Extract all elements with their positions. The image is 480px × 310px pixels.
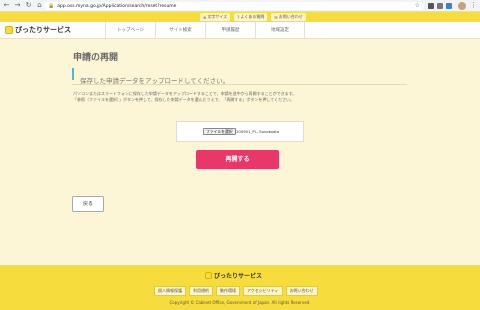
footer-link-terms[interactable]: 利用規約: [189, 286, 213, 296]
extension-icon[interactable]: [446, 3, 452, 9]
selected-file-name: 200901_Pi...Sovokoata: [236, 129, 280, 134]
footer-logo[interactable]: ぴったりサービス: [205, 271, 262, 280]
font-size-link[interactable]: ⊕ 文字サイズ: [200, 13, 231, 21]
home-icon[interactable]: ⌂: [35, 1, 44, 10]
nav-history[interactable]: 申請履歴: [205, 22, 255, 39]
logo-icon: [205, 272, 212, 279]
faq-link[interactable]: ? よくある質問: [234, 13, 268, 21]
forward-arrow-icon[interactable]: →: [13, 1, 22, 10]
description: パソコンまたはスマートフォンに保存した申請データをアップロードすることで、申請を…: [73, 91, 296, 103]
extension-icon[interactable]: [437, 3, 443, 9]
url-text: app.oss.myna.go.jp/Application/search/re…: [57, 3, 177, 9]
profile-avatar[interactable]: [458, 2, 466, 10]
site-logo[interactable]: ぴったりサービス: [5, 25, 71, 35]
mail-icon: ✉: [274, 14, 278, 20]
site-header: ぴったりサービス トップページ サイト検索 申請履歴 地域設定: [0, 22, 480, 39]
subtitle-box: 保存した申請データをアップロードしてください。: [72, 68, 407, 85]
footer-link-environment[interactable]: 動作環境: [216, 286, 240, 296]
back-arrow-icon[interactable]: ←: [2, 1, 11, 10]
lock-icon: 🔒: [48, 3, 55, 9]
resume-button[interactable]: 再開する: [196, 150, 279, 169]
question-icon: ?: [237, 14, 240, 20]
footer-link-contact[interactable]: お問い合わせ: [285, 286, 318, 296]
site-name: ぴったりサービス: [15, 26, 71, 34]
choose-file-button[interactable]: ファイルを選択: [203, 128, 236, 135]
nav-site-search[interactable]: サイト検索: [155, 22, 205, 39]
nav-top-page[interactable]: トップページ: [105, 22, 155, 39]
footer-links: 個人情報保護 利用規約 動作環境 アクセシビリティ お問い合わせ: [154, 286, 318, 296]
back-button[interactable]: 戻る: [72, 196, 104, 212]
divider: [72, 84, 407, 85]
extension-icon[interactable]: [428, 3, 434, 9]
description-line: 「参照（ファイルを選択）」ボタンを押して、保存した申請データを選んだうえで、「再…: [73, 97, 295, 102]
footer-link-accessibility[interactable]: アクセシビリティ: [243, 286, 283, 296]
contact-link[interactable]: ✉ お問い合わせ: [271, 13, 306, 21]
footer-site-name: ぴったりサービス: [214, 273, 263, 280]
browser-menu-icon[interactable]: ⋮: [470, 1, 477, 9]
text-size-icon: ⊕: [203, 14, 207, 20]
address-bar[interactable]: 🔒 app.oss.myna.go.jp/Application/search/…: [44, 2, 424, 10]
utility-links: ⊕ 文字サイズ ? よくある質問 ✉ お問い合わせ: [200, 13, 306, 21]
page-title: 申請の再開: [73, 53, 119, 63]
reload-icon[interactable]: ↻: [24, 1, 33, 10]
footer-link-privacy[interactable]: 個人情報保護: [154, 286, 186, 296]
global-nav: トップページ サイト検索 申請履歴 地域設定: [105, 22, 305, 39]
nav-region-settings[interactable]: 地域設定: [255, 22, 305, 39]
bookmark-star-icon[interactable]: ☆: [415, 2, 420, 10]
logo-icon: [5, 26, 13, 34]
copyright: Copyright © Cabinet Office, Government o…: [169, 300, 311, 305]
